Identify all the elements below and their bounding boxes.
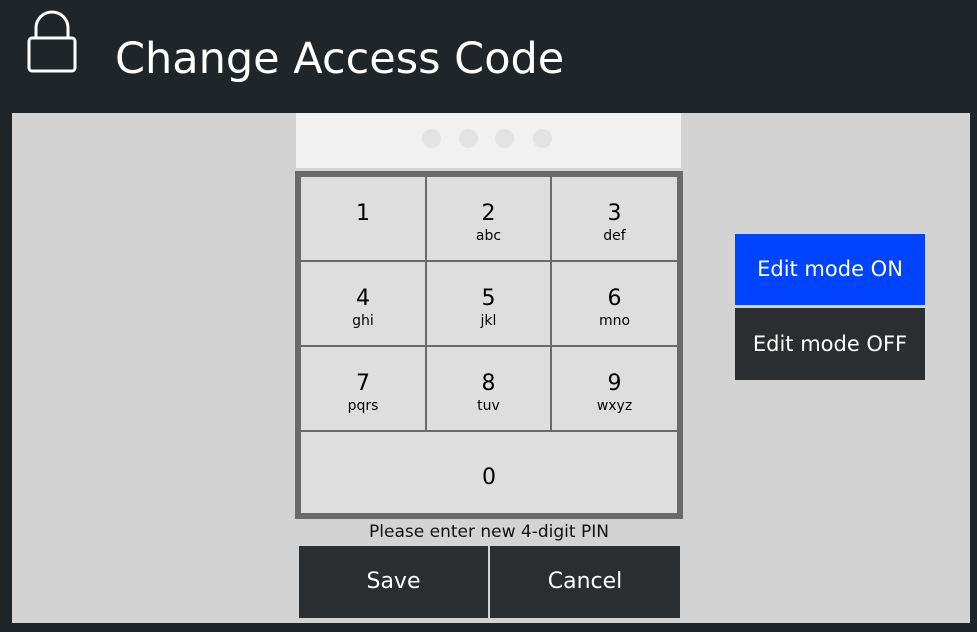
key-6[interactable]: 6 mno — [552, 262, 677, 345]
main-panel: 1 2 abc 3 def 4 ghi 5 jkl 6 mno 7 pqrs 8 — [12, 113, 970, 623]
pin-prompt: Please enter new 4-digit PIN — [369, 522, 609, 542]
pin-dot — [459, 129, 478, 148]
lock-icon — [27, 10, 77, 73]
key-3[interactable]: 3 def — [552, 177, 677, 260]
cancel-button[interactable]: Cancel — [490, 546, 680, 618]
key-1[interactable]: 1 — [301, 177, 425, 260]
key-5[interactable]: 5 jkl — [427, 262, 550, 345]
key-7[interactable]: 7 pqrs — [301, 347, 425, 430]
page-title: Change Access Code — [115, 34, 565, 84]
pin-dot — [422, 129, 441, 148]
pin-dot — [495, 129, 514, 148]
key-2[interactable]: 2 abc — [427, 177, 550, 260]
pin-display — [296, 113, 681, 168]
pin-dot — [533, 129, 552, 148]
key-0[interactable]: 0 — [301, 432, 677, 513]
key-8[interactable]: 8 tuv — [427, 347, 550, 430]
header-bar: Change Access Code — [0, 0, 977, 113]
key-9[interactable]: 9 wxyz — [552, 347, 677, 430]
numeric-keypad: 1 2 abc 3 def 4 ghi 5 jkl 6 mno 7 pqrs 8 — [295, 171, 683, 519]
edit-mode-on-button[interactable]: Edit mode ON — [735, 234, 925, 305]
edit-mode-off-button[interactable]: Edit mode OFF — [735, 308, 925, 380]
key-4[interactable]: 4 ghi — [301, 262, 425, 345]
save-button[interactable]: Save — [299, 546, 488, 618]
